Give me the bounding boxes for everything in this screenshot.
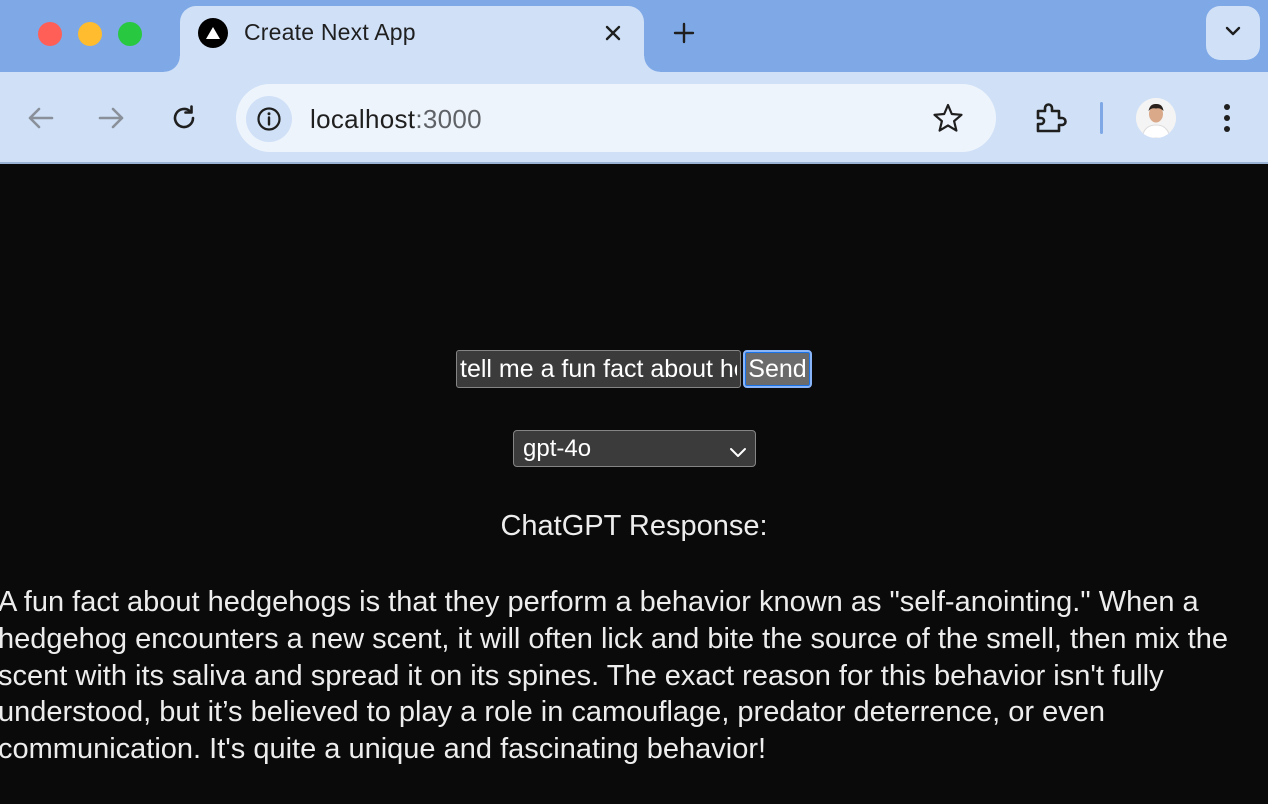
close-window-button[interactable] <box>38 22 62 46</box>
response-text: A fun fact about hedgehogs is that they … <box>0 586 1228 766</box>
puzzle-icon[interactable] <box>1030 98 1070 138</box>
star-icon[interactable] <box>930 100 966 136</box>
minimize-window-button[interactable] <box>78 22 102 46</box>
url-host: localhost <box>310 104 416 134</box>
send-button[interactable]: Send <box>743 350 812 388</box>
forward-arrow-icon[interactable] <box>94 100 130 136</box>
browser-window: Create Next App localhost:3000 tell me a… <box>0 0 1268 804</box>
model-select[interactable]: gpt-4o <box>513 430 756 467</box>
chevron-down-icon <box>1224 24 1242 42</box>
info-icon[interactable] <box>246 96 292 142</box>
plus-icon[interactable] <box>668 17 700 49</box>
chevron-down-icon <box>729 438 747 466</box>
kebab-menu-icon[interactable] <box>1210 98 1244 138</box>
avatar[interactable] <box>1136 98 1176 138</box>
tab-search-button[interactable] <box>1206 6 1260 60</box>
toolbar-divider <box>1100 102 1103 134</box>
back-arrow-icon[interactable] <box>22 100 58 136</box>
tab-title: Create Next App <box>244 19 416 45</box>
response-heading: ChatGPT Response: <box>500 510 768 542</box>
prompt-input[interactable] <box>456 350 741 388</box>
address-bar[interactable]: localhost:3000 <box>236 84 996 152</box>
browser-toolbar: localhost:3000 <box>0 72 1268 164</box>
nextjs-favicon-icon <box>198 18 228 48</box>
reload-icon[interactable] <box>166 100 202 136</box>
maximize-window-button[interactable] <box>118 22 142 46</box>
tab-strip: Create Next App <box>0 0 1268 72</box>
close-icon[interactable] <box>598 18 628 48</box>
prompt-form: Send <box>456 350 812 388</box>
url-text: localhost:3000 <box>310 104 482 135</box>
page-content: Send gpt-4o ChatGPT Response: A fun fact… <box>0 166 1268 804</box>
tab-active[interactable]: Create Next App <box>164 6 660 72</box>
model-select-value: gpt-4o <box>523 435 592 462</box>
url-port: :3000 <box>415 104 482 134</box>
